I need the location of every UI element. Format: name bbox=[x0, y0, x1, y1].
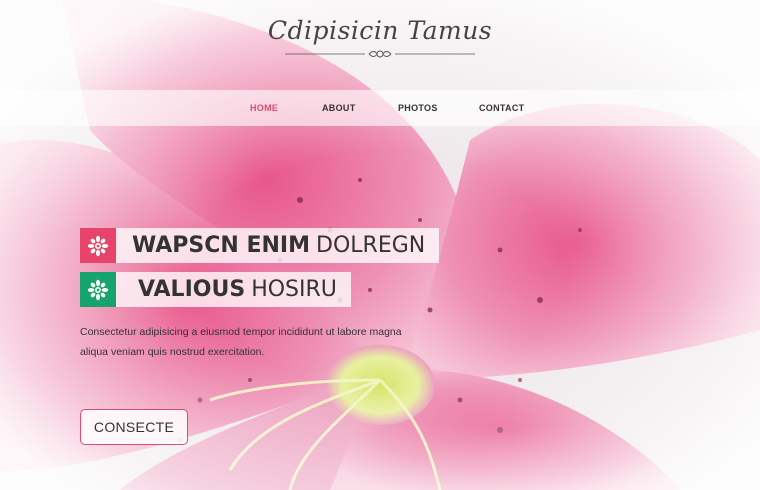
headline-2-bold: VALIOUS bbox=[138, 277, 246, 302]
cta-button[interactable]: CONSECTE bbox=[80, 409, 188, 445]
nav-home[interactable]: HOME bbox=[250, 103, 278, 113]
ornament-divider-icon bbox=[285, 50, 475, 58]
site-title: Cdipisicin Tamus bbox=[267, 16, 493, 45]
headline-1-badge bbox=[80, 228, 116, 263]
nav-about[interactable]: ABOUT bbox=[322, 103, 356, 113]
headline-1: WAPSCN ENIM DOLREGN bbox=[80, 228, 440, 263]
flower-icon bbox=[87, 279, 109, 300]
nav-contact[interactable]: CONTACT bbox=[479, 103, 524, 113]
flower-icon bbox=[87, 235, 109, 256]
headline-1-text: WAPSCN ENIM DOLREGN bbox=[116, 228, 440, 263]
hero-description: Consectetur adipisicing a eiusmod tempor… bbox=[80, 326, 402, 358]
nav-photos[interactable]: PHOTOS bbox=[398, 103, 438, 113]
main-nav: HOME ABOUT PHOTOS CONTACT bbox=[0, 90, 760, 126]
headline-2-text: VALIOUS HOSIRU bbox=[116, 272, 351, 307]
headline-2: VALIOUS HOSIRU bbox=[80, 272, 351, 307]
headline-1-light: DOLREGN bbox=[316, 233, 426, 258]
headline-2-badge bbox=[80, 272, 116, 307]
site-logo[interactable]: Cdipisicin Tamus bbox=[0, 16, 760, 61]
headline-2-light: HOSIRU bbox=[251, 277, 337, 302]
headline-1-bold: WAPSCN ENIM bbox=[132, 233, 311, 258]
